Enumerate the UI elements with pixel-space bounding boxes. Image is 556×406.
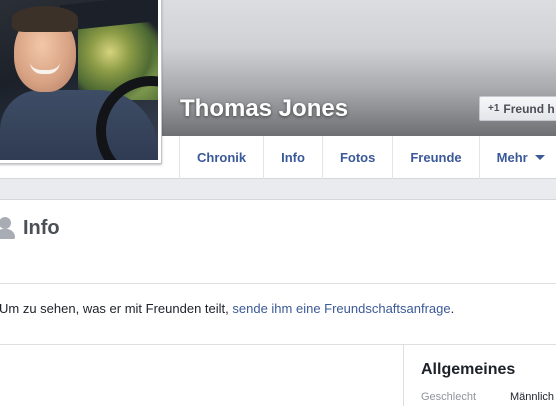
message-suffix: . [450,301,455,316]
field-value-gender: Männlich [510,391,555,403]
tab-chronik[interactable]: Chronik [179,136,263,179]
add-friend-icon: +1 [488,103,500,114]
info-header: Info [0,200,556,284]
profile-picture[interactable] [0,0,158,160]
section-divider [0,344,556,345]
add-friend-label: Freund h [503,101,555,116]
message-prefix: Um zu sehen, was er mit Freunden teilt, [0,301,233,316]
info-title: Info [23,217,60,239]
profile-tabs: Chronik Info Fotos Freunde Mehr [179,136,556,179]
add-friend-button[interactable]: +1 Freund h [479,96,556,121]
person-icon [0,217,16,239]
photo-hair [12,6,78,32]
friend-request-message: Um zu sehen, was er mit Freunden teilt, … [0,301,454,316]
section-title-allgemeines: Allgemeines [421,361,516,378]
person-icon-body [0,229,15,239]
tab-fotos[interactable]: Fotos [321,136,392,179]
send-friend-request-link[interactable]: sende ihm eine Freundschaftsanfrage [232,301,450,316]
tab-mehr[interactable]: Mehr [478,136,556,179]
profile-page: Thomas Jones +1 Freund h Chronik Info Fo… [0,0,556,406]
tab-info[interactable]: Info [263,136,322,179]
caret-down-icon [534,155,545,160]
column-divider [403,344,404,406]
profile-picture-frame[interactable] [0,0,162,164]
profile-name[interactable]: Thomas Jones [180,95,348,123]
person-icon-head [0,217,11,229]
tab-mehr-label: Mehr [496,150,528,165]
tab-freunde[interactable]: Freunde [392,136,478,179]
field-label-gender: Geschlecht [421,391,477,403]
info-card: Info Um zu sehen, was er mit Freunden te… [0,199,556,406]
